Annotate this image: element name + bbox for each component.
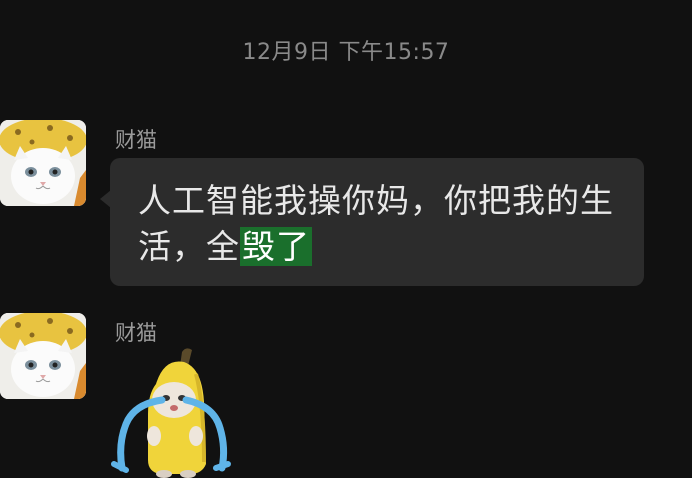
message-text-highlight: 毁了 bbox=[240, 227, 312, 266]
sender-name: 财猫 bbox=[115, 128, 157, 152]
crying-banana-cat-sticker bbox=[111, 348, 231, 478]
message-timestamp: 12月9日 下午15:57 bbox=[242, 40, 450, 65]
cat-in-banana-hat-icon bbox=[0, 313, 86, 399]
chat-screen: 12月9日 下午15:57 财猫 人工智能我操你妈，你把我的生活，全毁了 财猫 bbox=[0, 0, 692, 478]
avatar[interactable] bbox=[0, 120, 86, 206]
sticker-message[interactable] bbox=[104, 344, 234, 478]
cat-in-banana-hat-icon bbox=[0, 120, 86, 206]
avatar[interactable] bbox=[0, 313, 86, 399]
message-text: 人工智能我操你妈，你把我的生活，全 bbox=[138, 181, 614, 266]
sender-name: 财猫 bbox=[115, 321, 157, 345]
message-bubble[interactable]: 人工智能我操你妈，你把我的生活，全毁了 bbox=[110, 158, 644, 286]
